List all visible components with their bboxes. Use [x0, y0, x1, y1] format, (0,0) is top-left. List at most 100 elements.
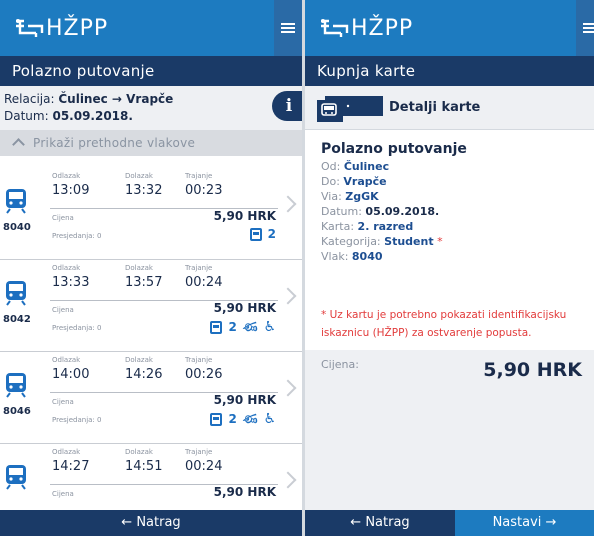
arrival-time: 13:57 [125, 275, 163, 290]
journey-heading: Polazno putovanje [321, 141, 467, 157]
menu-icon [281, 23, 295, 33]
train-row[interactable]: 8042 Odlazak Dolazak Trajanje 13:33 13:57 00:2… [0, 260, 302, 352]
bike-icon: ණ [242, 411, 258, 427]
info-button[interactable]: i [272, 91, 302, 121]
price-label: Cijena [52, 306, 74, 314]
bottom-navigation: ← Natrag Nastavi → [305, 510, 594, 536]
seat-icon [249, 227, 262, 241]
route-info: Relacija: Čulinec → Vrapče Datum: 05.09.… [0, 86, 302, 130]
chevron-right-icon [279, 195, 297, 213]
app-bar: HŽPP [305, 0, 594, 56]
app-bar: HŽPP [0, 0, 302, 56]
price-label: Cijena [52, 490, 74, 498]
duration-value: 00:26 [185, 367, 223, 382]
duration-label: Trajanje [185, 448, 213, 456]
show-previous-trains[interactable]: Prikaži prethodne vlakove [0, 130, 302, 156]
arrival-label: Dolazak [125, 356, 153, 364]
menu-button[interactable] [576, 0, 594, 56]
datum-value: 05.09.2018. [52, 109, 133, 123]
train-features: 2 [249, 227, 276, 241]
do-label: Do: [321, 175, 340, 188]
show-previous-label: Prikaži prethodne vlakove [33, 136, 196, 150]
arrival-time: 14:51 [125, 459, 163, 474]
datum-label: Datum: [321, 205, 362, 218]
train-icon [5, 188, 27, 214]
train-icon [5, 464, 27, 490]
via-label: Via: [321, 190, 342, 203]
menu-button[interactable] [274, 0, 302, 56]
brand-logo[interactable]: HŽPP [14, 13, 108, 43]
price-value: 5,90 HRK [213, 393, 276, 407]
duration-value: 00:24 [185, 459, 223, 474]
train-features: 2 ණ ♿ [210, 319, 276, 335]
relacija-label: Relacija: [4, 92, 55, 106]
brand-logo[interactable]: HŽPP [319, 13, 413, 43]
transfers-text: Presjedanja: 0 [52, 416, 102, 424]
page-title: Kupnja karte [305, 56, 594, 86]
departure-label: Odlazak [52, 448, 81, 456]
required-mark: * [437, 235, 443, 248]
brand-name: HŽPP [46, 15, 109, 41]
arrival-time: 14:26 [125, 367, 163, 382]
menu-icon [583, 23, 594, 33]
wheelchair-icon: ♿ [263, 319, 276, 335]
price-value: 5,90 HRK [213, 485, 276, 499]
departure-label: Odlazak [52, 172, 81, 180]
bike-icon: ණ [242, 319, 258, 335]
price-label: Cijena [52, 214, 74, 222]
departure-time: 14:27 [52, 459, 90, 474]
class-value: 2 [267, 227, 276, 241]
info-icon: i [285, 96, 293, 116]
karta-value: 2. razred [357, 220, 414, 233]
chevron-right-icon [279, 471, 297, 489]
wheelchair-icon: ♿ [263, 411, 276, 427]
chevron-up-icon [12, 138, 25, 151]
datum-value: 05.09.2018. [365, 205, 440, 218]
back-button[interactable]: ← Natrag [0, 510, 302, 536]
departure-label: Odlazak [52, 264, 81, 272]
train-list: 8040 Odlazak Dolazak Trajanje 13:09 13:32 00:2… [0, 168, 302, 536]
duration-value: 00:24 [185, 275, 223, 290]
arrival-label: Dolazak [125, 172, 153, 180]
via-value: ZgGK [345, 190, 379, 203]
train-row[interactable]: 8040 Odlazak Dolazak Trajanje 13:09 13:32 00:2… [0, 168, 302, 260]
price-value: 5,90 HRK [213, 209, 276, 223]
id-notice: * Uz kartu je potrebno pokazati identifi… [321, 309, 567, 339]
departure-time: 13:33 [52, 275, 90, 290]
hzpp-logo-icon [16, 19, 44, 37]
seat-icon [210, 320, 223, 334]
ticket-icon [317, 96, 383, 122]
kategorija-label: Kategorija: [321, 235, 381, 248]
train-number: 8046 [3, 406, 31, 417]
datum-label: Datum: [4, 109, 49, 123]
departure-label: Odlazak [52, 356, 81, 364]
kategorija-value: Student [384, 235, 434, 248]
train-icon [5, 280, 27, 306]
train-row[interactable]: 8046 Odlazak Dolazak Trajanje 14:00 14:26 00:2… [0, 352, 302, 444]
departure-time: 13:09 [52, 183, 90, 198]
duration-label: Trajanje [185, 356, 213, 364]
continue-button[interactable]: Nastavi → [455, 510, 594, 536]
od-label: Od: [321, 160, 341, 173]
train-icon [5, 372, 27, 398]
train-number: 8042 [3, 314, 31, 325]
arrival-label: Dolazak [125, 264, 153, 272]
duration-label: Trajanje [185, 264, 213, 272]
price-label: Cijena [52, 398, 74, 406]
hzpp-logo-icon [321, 19, 349, 37]
duration-label: Trajanje [185, 172, 213, 180]
departure-time: 14:00 [52, 367, 90, 382]
od-value: Čulinec [343, 160, 390, 173]
class-value: 2 [228, 412, 237, 426]
page-title: Polazno putovanje [0, 56, 302, 86]
train-number: 8040 [3, 222, 31, 233]
price-row: Cijena: 5,90 HRK [321, 355, 582, 391]
chevron-right-icon [279, 287, 297, 305]
ticket-purchase-panel: HŽPP Kupnja karte Detalji karte Polazno … [305, 0, 594, 536]
back-button[interactable]: ← Natrag [305, 510, 455, 536]
transfers-text: Presjedanja: 0 [52, 232, 102, 240]
ticket-details-title: Detalji karte [389, 100, 481, 115]
price-value: 5,90 HRK [483, 359, 582, 381]
class-value: 2 [228, 320, 237, 334]
brand-name: HŽPP [351, 15, 414, 41]
